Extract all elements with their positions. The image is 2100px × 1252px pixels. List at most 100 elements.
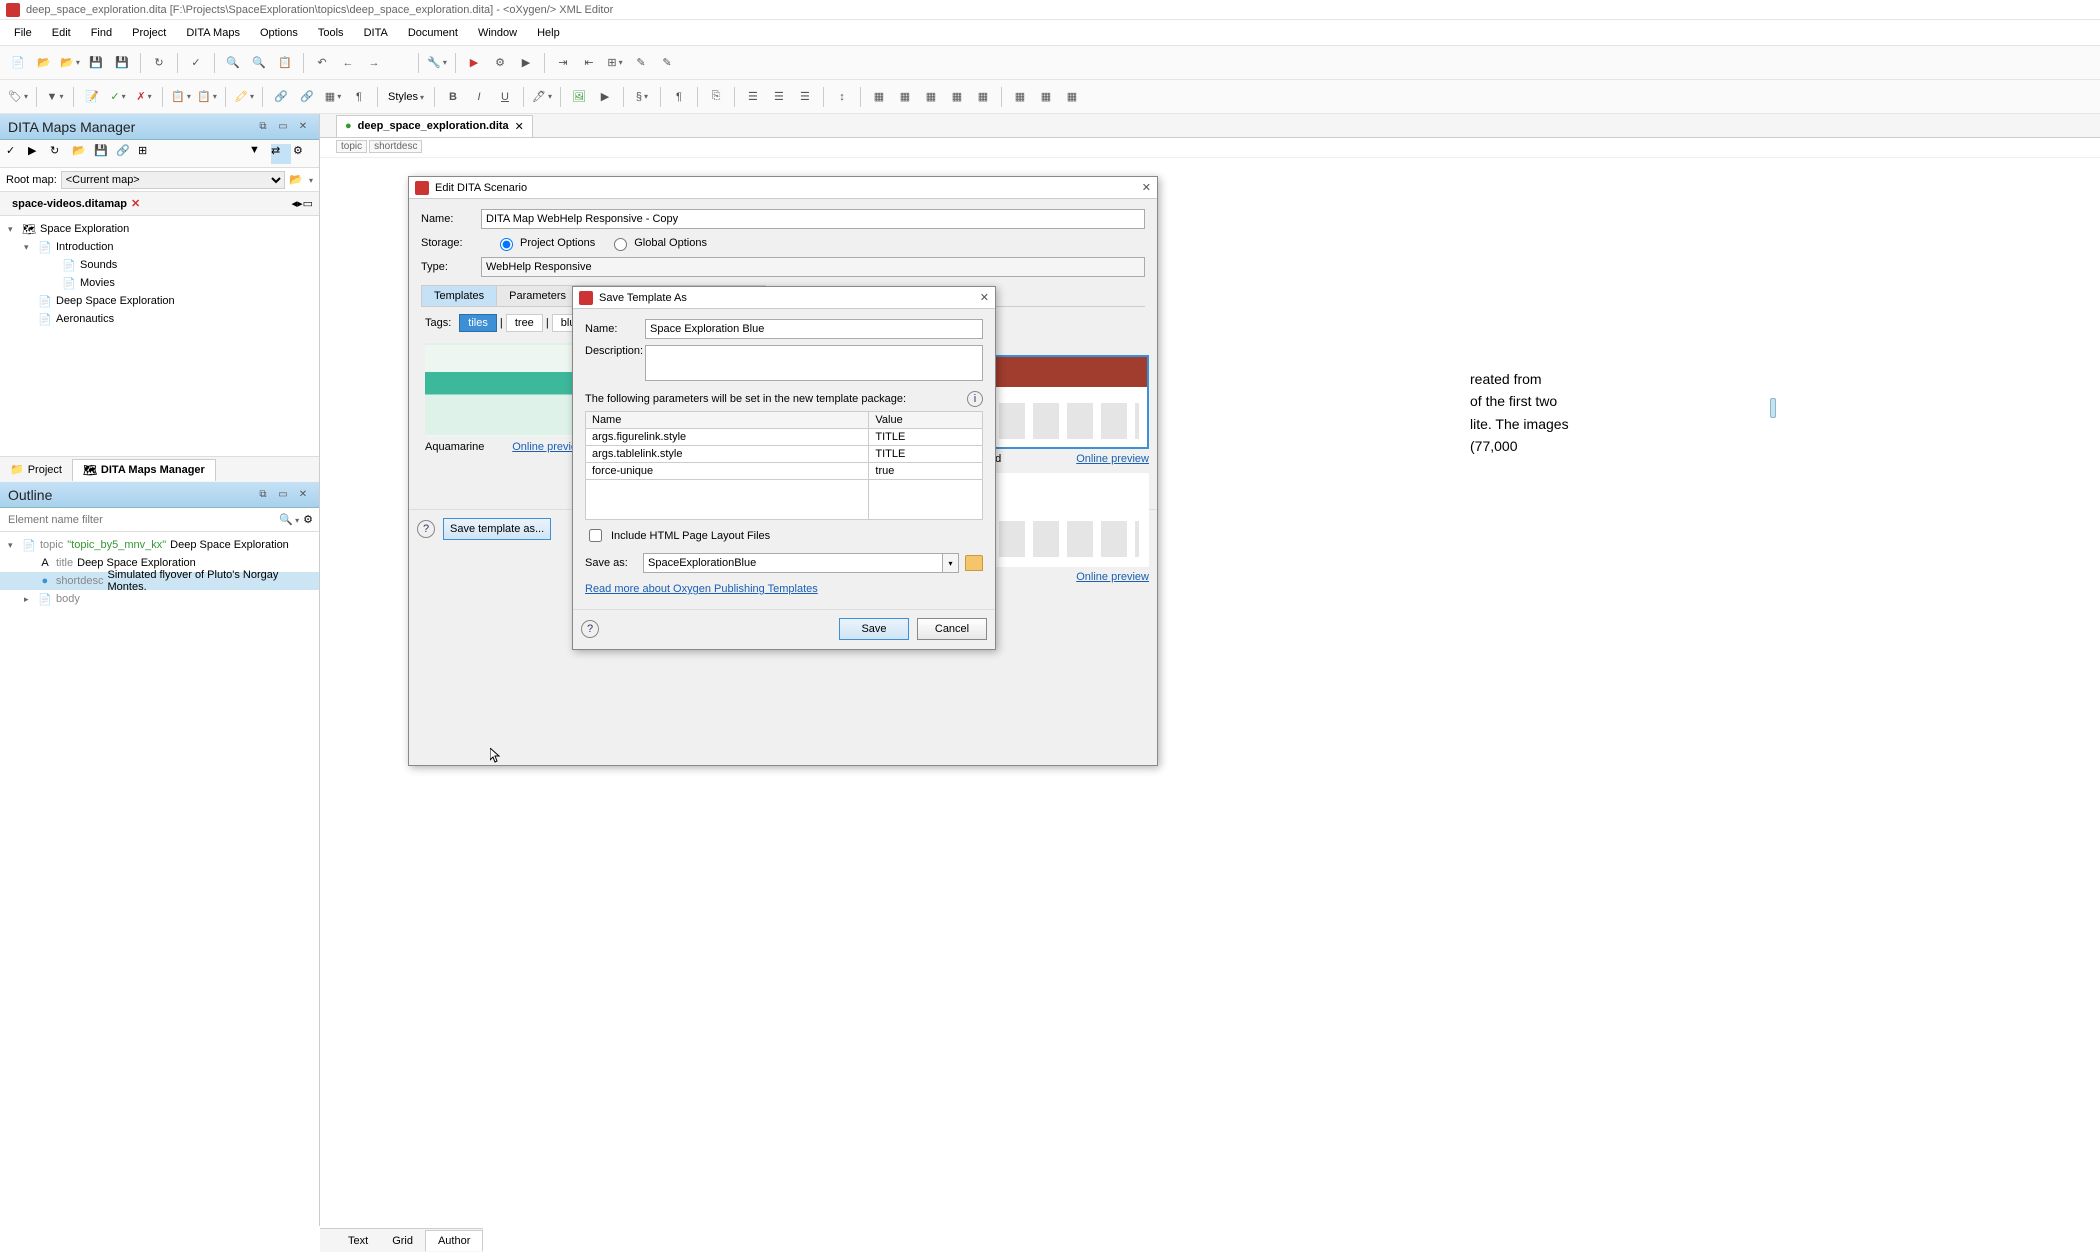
validate-map-icon[interactable]: ✓: [6, 144, 26, 164]
forward-icon[interactable]: →: [362, 51, 386, 75]
open-map-icon[interactable]: 📂: [72, 144, 92, 164]
media-icon[interactable]: ▶: [593, 85, 617, 109]
minimize-icon[interactable]: ▭: [275, 119, 291, 135]
open-recent-icon[interactable]: 📂: [58, 51, 82, 75]
scenario-name-input[interactable]: [481, 209, 1145, 229]
menu-file[interactable]: File: [6, 23, 40, 43]
tree-item[interactable]: 📄Movies: [0, 274, 319, 292]
save-all-icon[interactable]: 💾: [110, 51, 134, 75]
template-card[interactable]: edOnline preview: [989, 355, 1149, 465]
filter-icon[interactable]: ▼: [43, 85, 67, 109]
save-dialog-titlebar[interactable]: Save Template As ✕: [573, 287, 995, 309]
breadcrumb-item[interactable]: shortdesc: [369, 140, 422, 153]
new-icon[interactable]: 📄: [6, 51, 30, 75]
mode-tab-author[interactable]: Author: [425, 1230, 483, 1251]
color-icon[interactable]: 🖊: [530, 85, 554, 109]
table-icon[interactable]: ▦: [867, 85, 891, 109]
outline-min-icon[interactable]: ▭: [275, 487, 291, 503]
track-changes-icon[interactable]: 📝: [80, 85, 104, 109]
saveas-dropdown-icon[interactable]: ▾: [943, 553, 959, 573]
uncomment-icon[interactable]: ✎: [655, 51, 679, 75]
row-below-icon[interactable]: ▦: [919, 85, 943, 109]
join-icon[interactable]: ▦: [1034, 85, 1058, 109]
save-button[interactable]: Save: [839, 618, 909, 640]
para-icon[interactable]: ¶: [347, 85, 371, 109]
outline-settings-icon[interactable]: ⚙: [303, 513, 313, 526]
find-replace-icon[interactable]: 🔍: [247, 51, 271, 75]
tree-item[interactable]: 📄Sounds: [0, 256, 319, 274]
save-dialog-close-icon[interactable]: ✕: [980, 291, 989, 304]
codeblock-icon[interactable]: ⎘: [704, 85, 728, 109]
include-html-checkbox[interactable]: Include HTML Page Layout Files: [585, 526, 983, 545]
close-dialog-icon[interactable]: ✕: [1142, 181, 1151, 194]
image-icon[interactable]: 🖼: [567, 85, 591, 109]
col-right-icon[interactable]: ▦: [971, 85, 995, 109]
outline-item[interactable]: ●shortdesc Simulated flyover of Pluto's …: [0, 572, 319, 590]
tag-tree[interactable]: tree: [506, 314, 543, 332]
tag-tiles[interactable]: tiles: [459, 314, 497, 332]
close-panel-icon[interactable]: ✕: [295, 119, 311, 135]
rootmap-more-icon[interactable]: [307, 174, 313, 186]
col-left-icon[interactable]: ▦: [945, 85, 969, 109]
save-cancel-button[interactable]: Cancel: [917, 618, 987, 640]
save-icon[interactable]: 💾: [84, 51, 108, 75]
link-map-icon[interactable]: 🔗: [116, 144, 136, 164]
transform-map-icon[interactable]: ▶: [28, 144, 48, 164]
menu-edit[interactable]: Edit: [44, 23, 79, 43]
styles-dropdown[interactable]: Styles: [384, 91, 428, 103]
link-icon[interactable]: 🔗: [269, 85, 293, 109]
template-description-input[interactable]: [645, 345, 983, 381]
link-editor-icon[interactable]: ⇄: [271, 144, 291, 164]
menu-document[interactable]: Document: [400, 23, 466, 43]
editor-tab[interactable]: ● deep_space_exploration.dita ✕: [336, 115, 533, 137]
dita-maps-tab[interactable]: 🗺 DITA Maps Manager: [72, 459, 216, 481]
comment-icon[interactable]: ✎: [629, 51, 653, 75]
undo-icon[interactable]: ↶: [310, 51, 334, 75]
tree-item[interactable]: 📄Aeronautics: [0, 310, 319, 328]
edit-dialog-titlebar[interactable]: Edit DITA Scenario ✕: [409, 177, 1157, 199]
map-tree[interactable]: ▾🗺Space Exploration▾📄Introduction📄Sounds…: [0, 216, 319, 456]
paste-icon[interactable]: 📋: [195, 85, 219, 109]
project-tab[interactable]: 📁 Project: [0, 459, 72, 480]
menu-window[interactable]: Window: [470, 23, 525, 43]
menu-find[interactable]: Find: [83, 23, 120, 43]
storage-global-radio[interactable]: Global Options: [609, 235, 707, 251]
dl-icon[interactable]: ☰: [793, 85, 817, 109]
split-icon[interactable]: ▦: [1060, 85, 1084, 109]
outline-item[interactable]: ▾📄topic "topic_by5_mnv_kx" Deep Space Ex…: [0, 536, 319, 554]
tree-item[interactable]: ▾🗺Space Exploration: [0, 220, 319, 238]
filter-map-icon[interactable]: ▼: [249, 144, 269, 164]
template-name-input[interactable]: [645, 319, 983, 339]
browse-rootmap-icon[interactable]: 📂: [289, 173, 303, 186]
props-icon[interactable]: ⊞: [138, 144, 158, 164]
save-help-icon[interactable]: ?: [581, 620, 599, 638]
restore-icon[interactable]: ⧉: [255, 119, 271, 135]
menu-options[interactable]: Options: [252, 23, 306, 43]
scenario-tab-templates[interactable]: Templates: [421, 285, 497, 306]
outline-search-icon[interactable]: 🔍: [279, 513, 299, 526]
scroll-thumb[interactable]: [1770, 398, 1776, 418]
close-tab-icon[interactable]: ✕: [131, 197, 140, 210]
pilcrow-icon[interactable]: ¶: [667, 85, 691, 109]
underline-icon[interactable]: U: [493, 85, 517, 109]
crossref-icon[interactable]: 🔗: [295, 85, 319, 109]
mode-tab-grid[interactable]: Grid: [380, 1231, 425, 1251]
saveas-input[interactable]: [643, 553, 943, 573]
close-editor-tab-icon[interactable]: ✕: [515, 120, 524, 133]
bold-icon[interactable]: B: [441, 85, 465, 109]
outline-filter-input[interactable]: [6, 511, 275, 529]
template-card[interactable]: AquamarineOnline preview: [425, 343, 585, 453]
debug-icon[interactable]: ⚙: [488, 51, 512, 75]
italic-icon[interactable]: I: [467, 85, 491, 109]
open-icon[interactable]: 📂: [32, 51, 56, 75]
menu-tools[interactable]: Tools: [310, 23, 352, 43]
browse-folder-icon[interactable]: [965, 555, 983, 571]
outdent-icon[interactable]: ⇤: [577, 51, 601, 75]
run-icon[interactable]: ▶: [462, 51, 486, 75]
settings-map-icon[interactable]: ⚙: [293, 144, 313, 164]
menu-help[interactable]: Help: [529, 23, 568, 43]
reject-icon[interactable]: ✗: [132, 85, 156, 109]
help-icon[interactable]: ?: [417, 520, 435, 538]
refresh-icon[interactable]: ↻: [147, 51, 171, 75]
element-icon[interactable]: ▦: [321, 85, 345, 109]
